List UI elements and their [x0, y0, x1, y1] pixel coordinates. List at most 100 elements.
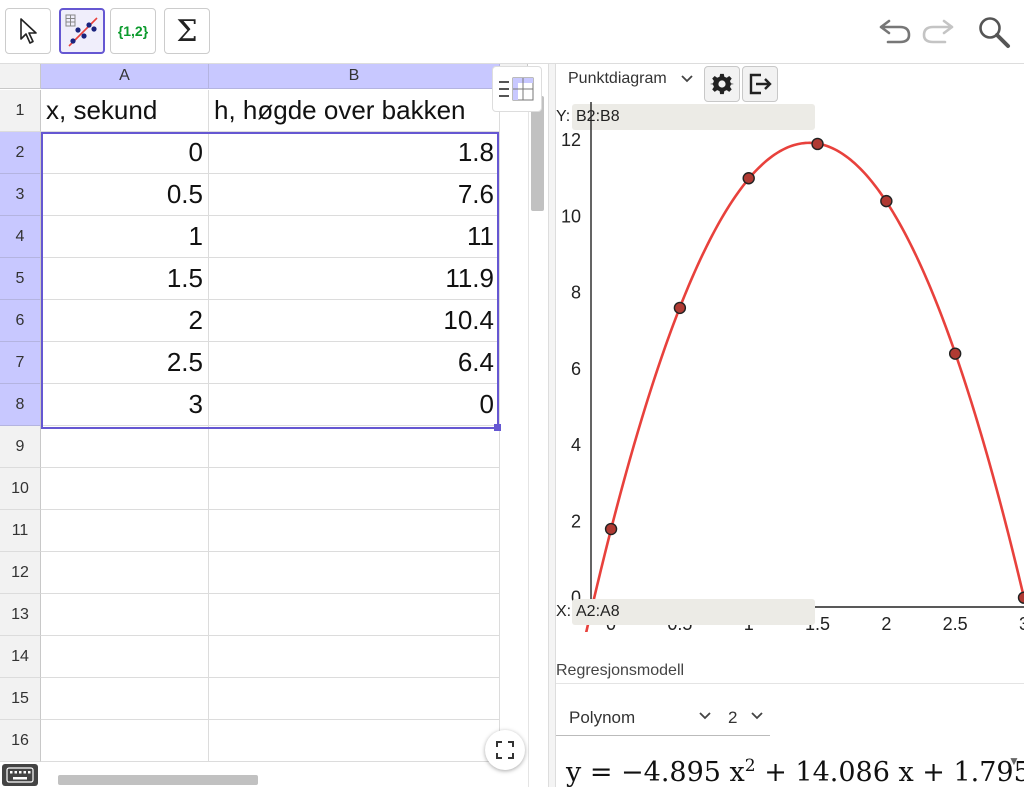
cell-a5[interactable]: 1.5 — [41, 258, 209, 300]
cell[interactable] — [209, 552, 500, 594]
row-header[interactable]: 2 — [0, 132, 41, 174]
cell-a7[interactable]: 2.5 — [41, 342, 209, 384]
search-button[interactable] — [974, 12, 1014, 52]
row-header[interactable]: 4 — [0, 216, 41, 258]
redo-icon — [922, 19, 954, 44]
cell-a8[interactable]: 3 — [41, 384, 209, 426]
data-point — [811, 137, 824, 151]
polynomial-degree-dropdown[interactable]: 2 — [728, 708, 763, 728]
data-point — [1017, 591, 1024, 604]
y-tick-label: 12 — [561, 130, 581, 150]
undo-button[interactable] — [875, 12, 915, 52]
cell[interactable] — [41, 636, 209, 678]
plot-type-dropdown[interactable]: Punktdiagram — [568, 70, 693, 88]
fullscreen-icon — [496, 741, 514, 759]
fill-handle[interactable] — [494, 424, 501, 431]
keyboard-toggle-button[interactable] — [2, 764, 38, 786]
cell[interactable] — [209, 426, 500, 468]
cell-b5[interactable]: 11.9 — [209, 258, 500, 300]
model-selector-underline — [556, 735, 770, 736]
cell-b8[interactable]: 0 — [209, 384, 500, 426]
gear-icon — [710, 73, 734, 95]
spreadsheet-view: A B 1 x, sekund h, høgde over bakken 2 0… — [0, 64, 548, 787]
cell-a6[interactable]: 2 — [41, 300, 209, 342]
row-header[interactable]: 10 — [0, 468, 41, 510]
data-point — [673, 301, 687, 315]
cell-b4[interactable]: 11 — [209, 216, 500, 258]
cell[interactable] — [209, 720, 500, 762]
cell[interactable] — [209, 468, 500, 510]
cell[interactable] — [41, 678, 209, 720]
row-header[interactable]: 3 — [0, 174, 41, 216]
data-point — [880, 194, 893, 208]
cell-a1[interactable]: x, sekund — [41, 90, 209, 132]
list-icon-label: {1,2} — [117, 23, 149, 39]
fullscreen-button[interactable] — [485, 730, 525, 770]
row-header[interactable]: 11 — [0, 510, 41, 552]
keyboard-icon — [6, 767, 34, 783]
cell-a2[interactable]: 0 — [41, 132, 209, 174]
redo-button[interactable] — [918, 12, 958, 52]
row-header[interactable]: 1 — [0, 90, 41, 132]
cell[interactable] — [41, 468, 209, 510]
x-tick-label: 3 — [1019, 614, 1024, 632]
regression-equation: y = −4.895 x2 + 14.086 x + 1.795 — [566, 756, 1024, 787]
equation-lhs: y = −4.895 x — [566, 757, 745, 787]
row-header[interactable]: 14 — [0, 636, 41, 678]
x-range-field[interactable]: A2:A8 — [572, 599, 815, 625]
undo-icon — [879, 19, 911, 44]
row-header[interactable]: 13 — [0, 594, 41, 636]
regression-model-dropdown[interactable]: Polynom — [569, 708, 711, 728]
cell-a3[interactable]: 0.5 — [41, 174, 209, 216]
export-button[interactable] — [742, 66, 778, 102]
data-point — [948, 347, 962, 360]
cell[interactable] — [41, 426, 209, 468]
sheet-corner — [0, 64, 41, 89]
cell[interactable] — [41, 510, 209, 552]
cell-a4[interactable]: 1 — [41, 216, 209, 258]
cell[interactable] — [209, 636, 500, 678]
vertical-scrollbar-thumb[interactable] — [531, 96, 544, 211]
y-tick-label: 8 — [571, 283, 581, 303]
move-tool-button[interactable] — [5, 8, 51, 54]
cell[interactable] — [209, 594, 500, 636]
scatter-chart: 02468101200.511.522.53 — [561, 102, 1024, 632]
cell[interactable] — [41, 720, 209, 762]
scroll-down-arrow[interactable]: ▼ — [1008, 754, 1020, 768]
table-menu-icon — [499, 77, 534, 101]
row-header[interactable]: 6 — [0, 300, 41, 342]
column-header-a[interactable]: A — [41, 64, 209, 89]
create-list-tool-button[interactable]: {1,2} — [110, 8, 156, 54]
two-variable-regression-tool-button[interactable] — [59, 8, 105, 54]
panel-splitter[interactable] — [548, 64, 556, 787]
cell[interactable] — [41, 552, 209, 594]
horizontal-scrollbar-thumb[interactable] — [58, 775, 258, 785]
equation-rhs: + 14.086 x + 1.795 — [755, 757, 1024, 787]
row-header[interactable]: 9 — [0, 426, 41, 468]
cell[interactable] — [209, 510, 500, 552]
search-icon — [979, 17, 1010, 48]
row-header[interactable]: 7 — [0, 342, 41, 384]
row-header[interactable]: 12 — [0, 552, 41, 594]
plot-settings-button[interactable] — [704, 66, 740, 102]
sigma-icon: Σ — [176, 13, 198, 49]
export-icon — [749, 73, 772, 95]
row-header[interactable]: 5 — [0, 258, 41, 300]
cell[interactable] — [41, 594, 209, 636]
y-tick-label: 6 — [571, 359, 581, 379]
row-header[interactable]: 15 — [0, 678, 41, 720]
cell-b7[interactable]: 6.4 — [209, 342, 500, 384]
column-header-b[interactable]: B — [209, 64, 500, 89]
row-header[interactable]: 8 — [0, 384, 41, 426]
cell-b1[interactable]: h, høgde over bakken — [209, 90, 500, 132]
chevron-down-icon — [681, 75, 693, 83]
spreadsheet-style-bar-button[interactable] — [492, 66, 542, 112]
plot-type-label: Punktdiagram — [568, 70, 667, 87]
y-tick-label: 4 — [571, 435, 581, 455]
cell-b6[interactable]: 10.4 — [209, 300, 500, 342]
cell[interactable] — [209, 678, 500, 720]
sum-tool-button[interactable]: Σ — [164, 8, 210, 54]
cell-b2[interactable]: 1.8 — [209, 132, 500, 174]
row-header[interactable]: 16 — [0, 720, 41, 762]
cell-b3[interactable]: 7.6 — [209, 174, 500, 216]
